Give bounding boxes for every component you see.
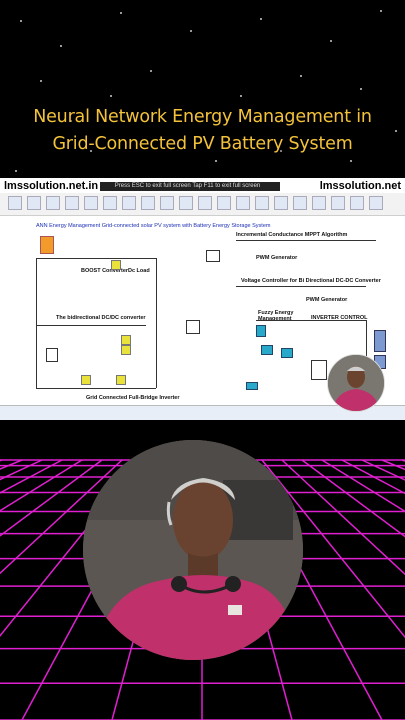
star xyxy=(15,170,17,172)
star xyxy=(215,160,217,162)
star xyxy=(110,95,112,97)
star xyxy=(380,10,382,12)
battery-block[interactable] xyxy=(46,348,58,362)
grid-line xyxy=(0,459,63,494)
controller-block-3[interactable] xyxy=(246,382,258,390)
star xyxy=(360,88,362,90)
grid-line xyxy=(0,459,83,512)
scope-block-1[interactable] xyxy=(374,330,386,352)
toolstrip-button[interactable] xyxy=(179,196,193,210)
toolstrip-button[interactable] xyxy=(274,196,288,210)
toolstrip-button[interactable] xyxy=(160,196,174,210)
pll-block[interactable] xyxy=(311,360,327,380)
toolstrip-button[interactable] xyxy=(369,196,383,210)
voltage-controller-label: Voltage Controller for Bi Directional DC… xyxy=(241,278,381,284)
grid-line xyxy=(0,459,103,537)
pwm-generator-label-2: PWM Generator xyxy=(306,297,348,303)
diagram-main-title: ANN Energy Management Grid-connected sol… xyxy=(36,223,271,229)
toolstrip-button[interactable] xyxy=(46,196,60,210)
mppt-block[interactable] xyxy=(206,250,220,262)
toolstrip-button[interactable] xyxy=(331,196,345,210)
wire xyxy=(36,388,156,389)
fullscreen-popup: Press ESC to exit full screen Tap F11 to… xyxy=(95,182,280,191)
grid-line xyxy=(361,459,405,481)
controller-block-2[interactable] xyxy=(281,348,293,358)
wire xyxy=(36,325,146,326)
star xyxy=(60,45,62,47)
wire xyxy=(236,240,376,241)
wire xyxy=(36,258,37,388)
toolstrip-button[interactable] xyxy=(84,196,98,210)
star xyxy=(350,160,352,162)
bidirectional-converter-label: The bidirectional DC/DC converter xyxy=(56,315,146,321)
dc-load-label: Dc Load xyxy=(128,268,150,274)
simulink-toolstrip xyxy=(0,193,405,216)
watermark-right: lmssolution.net xyxy=(317,180,403,192)
title-line-2: Grid-Connected PV Battery System xyxy=(52,134,353,154)
toolstrip-button[interactable] xyxy=(217,196,231,210)
controller-block-1[interactable] xyxy=(261,345,273,355)
wire xyxy=(156,258,157,388)
grid-line xyxy=(0,459,3,462)
switch-block-3[interactable] xyxy=(121,345,131,355)
wire xyxy=(236,286,366,287)
grid-line xyxy=(301,459,405,538)
toolstrip-button[interactable] xyxy=(293,196,307,210)
watermark-left: lmssolution.net.in xyxy=(2,180,101,192)
wire xyxy=(36,258,156,259)
switch-block-2[interactable] xyxy=(121,335,131,345)
pv-array-block[interactable] xyxy=(40,236,54,254)
video-title: Neural Network Energy Management in Grid… xyxy=(0,104,405,158)
toolstrip-button[interactable] xyxy=(65,196,79,210)
boost-converter-label: BOOST Converter xyxy=(81,268,129,274)
toolstrip-button[interactable] xyxy=(198,196,212,210)
title-line-1: Neural Network Energy Management in xyxy=(33,107,372,127)
star xyxy=(190,30,192,32)
star xyxy=(300,75,302,77)
wire xyxy=(256,320,366,321)
toolstrip-button[interactable] xyxy=(255,196,269,210)
star xyxy=(260,18,262,20)
grid-line xyxy=(281,459,405,576)
grid-line xyxy=(341,459,405,495)
fuzzy-block[interactable] xyxy=(256,325,266,337)
toolstrip-button[interactable] xyxy=(312,196,326,210)
switch-block-4[interactable] xyxy=(81,375,91,385)
star xyxy=(150,70,152,72)
toolstrip-button[interactable] xyxy=(236,196,250,210)
inverter-label: Grid Connected Full-Bridge Inverter xyxy=(86,395,180,401)
toolstrip-button[interactable] xyxy=(350,196,364,210)
mppt-label: Incremental Conductance MPPT Algorithm xyxy=(236,232,348,238)
toolstrip-button[interactable] xyxy=(27,196,41,210)
toolstrip-button[interactable] xyxy=(122,196,136,210)
toolstrip-button[interactable] xyxy=(141,196,155,210)
star xyxy=(240,95,242,97)
control-block[interactable] xyxy=(186,320,200,334)
presenter-portrait xyxy=(83,440,303,660)
star xyxy=(40,80,42,82)
grid-line xyxy=(0,459,43,481)
toolstrip-button[interactable] xyxy=(103,196,117,210)
pwm-generator-label-1: PWM Generator xyxy=(256,255,298,261)
star xyxy=(120,12,122,14)
switch-block-1[interactable] xyxy=(111,260,121,270)
grid-line xyxy=(321,459,405,513)
star xyxy=(20,20,22,22)
toolstrip-button[interactable] xyxy=(8,196,22,210)
star xyxy=(330,40,332,42)
switch-block-5[interactable] xyxy=(116,375,126,385)
webcam-mini-bubble xyxy=(327,354,385,412)
